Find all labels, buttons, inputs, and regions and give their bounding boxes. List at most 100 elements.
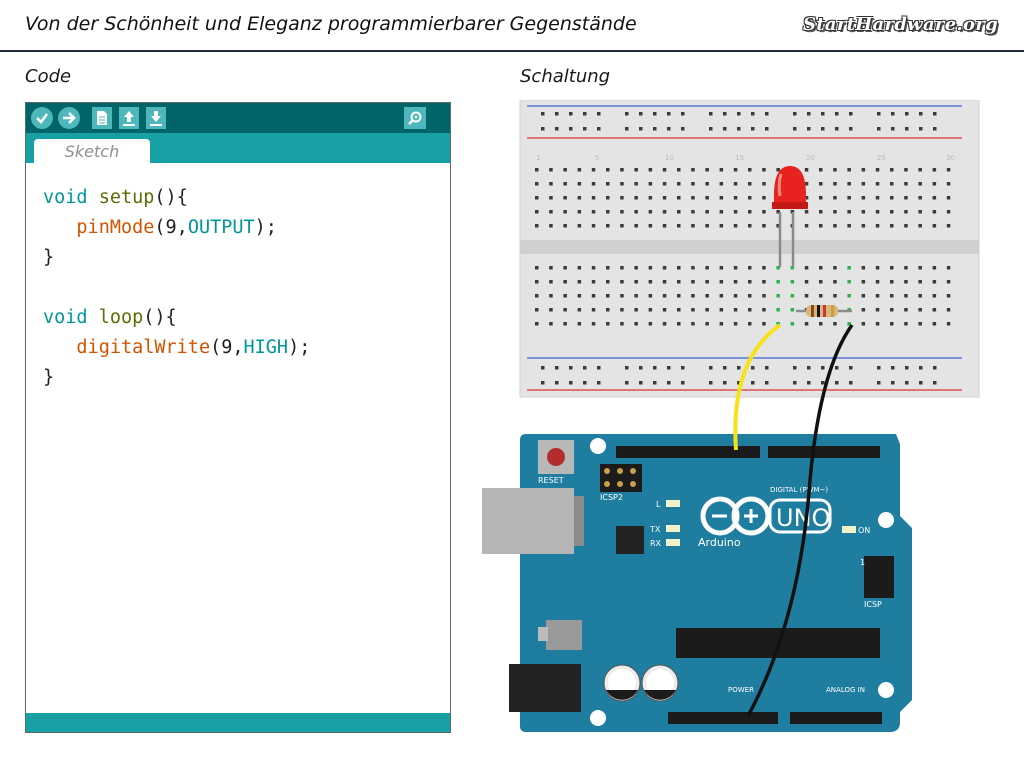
breadboard-hole[interactable] xyxy=(653,381,657,385)
breadboard-hole[interactable] xyxy=(833,280,837,284)
breadboard-hole[interactable] xyxy=(835,381,839,385)
breadboard-hole[interactable] xyxy=(932,196,937,200)
breadboard-hole[interactable] xyxy=(662,322,667,326)
breadboard-hole[interactable] xyxy=(946,308,951,312)
breadboard-hole[interactable] xyxy=(677,322,681,326)
breadboard-hole[interactable] xyxy=(905,127,909,131)
breadboard-hole[interactable] xyxy=(835,112,839,116)
breadboard-hole[interactable] xyxy=(790,322,795,326)
breadboard-hole[interactable] xyxy=(549,294,553,298)
breadboard-hole[interactable] xyxy=(563,308,567,312)
breadboard-hole[interactable] xyxy=(890,210,894,214)
breadboard-hole[interactable] xyxy=(535,280,539,284)
breadboard-hole[interactable] xyxy=(751,127,755,131)
breadboard-hole[interactable] xyxy=(597,381,601,385)
breadboard-hole[interactable] xyxy=(667,381,671,385)
power-header[interactable] xyxy=(668,712,778,724)
breadboard-hole[interactable] xyxy=(709,112,713,116)
breadboard-hole[interactable] xyxy=(932,168,937,172)
breadboard-hole[interactable] xyxy=(555,127,559,131)
breadboard-hole[interactable] xyxy=(762,322,766,326)
breadboard-hole[interactable] xyxy=(677,280,681,284)
breadboard-hole[interactable] xyxy=(648,182,653,186)
breadboard-hole[interactable] xyxy=(549,210,553,214)
breadboard-hole[interactable] xyxy=(833,294,837,298)
breadboard-hole[interactable] xyxy=(748,322,752,326)
breadboard-hole[interactable] xyxy=(634,322,638,326)
breadboard-hole[interactable] xyxy=(583,127,587,131)
breadboard-hole[interactable] xyxy=(762,280,766,284)
breadboard-hole[interactable] xyxy=(535,196,539,200)
breadboard-hole[interactable] xyxy=(833,224,837,228)
breadboard-hole[interactable] xyxy=(705,182,709,186)
breadboard-hole[interactable] xyxy=(946,266,951,270)
breadboard-hole[interactable] xyxy=(705,322,709,326)
breadboard-hole[interactable] xyxy=(709,127,713,131)
breadboard-hole[interactable] xyxy=(847,196,851,200)
breadboard-hole[interactable] xyxy=(875,322,880,326)
breadboard-hole[interactable] xyxy=(891,112,895,116)
breadboard-hole[interactable] xyxy=(606,280,610,284)
breadboard-hole[interactable] xyxy=(918,322,922,326)
breadboard-hole[interactable] xyxy=(667,366,671,370)
breadboard-hole[interactable] xyxy=(918,182,922,186)
breadboard-hole[interactable] xyxy=(918,294,922,298)
breadboard-hole[interactable] xyxy=(849,127,853,131)
breadboard-hole[interactable] xyxy=(681,112,685,116)
breadboard-hole[interactable] xyxy=(946,168,951,172)
breadboard-hole[interactable] xyxy=(667,112,671,116)
breadboard-hole[interactable] xyxy=(625,127,629,131)
breadboard-hole[interactable] xyxy=(723,112,727,116)
breadboard-hole[interactable] xyxy=(776,308,780,312)
breadboard-hole[interactable] xyxy=(577,224,582,228)
breadboard-hole[interactable] xyxy=(719,280,724,284)
breadboard-hole[interactable] xyxy=(648,308,653,312)
digital-header-right[interactable] xyxy=(768,446,880,458)
breadboard-hole[interactable] xyxy=(733,224,738,228)
breadboard-hole[interactable] xyxy=(705,308,709,312)
breadboard-hole[interactable] xyxy=(733,266,738,270)
breadboard-hole[interactable] xyxy=(634,224,638,228)
breadboard-hole[interactable] xyxy=(890,196,894,200)
breadboard-hole[interactable] xyxy=(606,182,610,186)
breadboard-hole[interactable] xyxy=(748,294,752,298)
breadboard-hole[interactable] xyxy=(946,196,951,200)
breadboard-hole[interactable] xyxy=(535,308,539,312)
breadboard-hole[interactable] xyxy=(904,224,908,228)
breadboard-hole[interactable] xyxy=(819,266,823,270)
breadboard-hole[interactable] xyxy=(904,280,908,284)
breadboard-hole[interactable] xyxy=(662,210,667,214)
breadboard-hole[interactable] xyxy=(890,294,894,298)
breadboard-hole[interactable] xyxy=(748,210,752,214)
breadboard-hole[interactable] xyxy=(662,308,667,312)
breadboard-hole[interactable] xyxy=(597,112,601,116)
breadboard-hole[interactable] xyxy=(591,308,596,312)
breadboard-hole[interactable] xyxy=(563,224,567,228)
breadboard-hole[interactable] xyxy=(677,168,681,172)
breadboard-hole[interactable] xyxy=(662,266,667,270)
breadboard-hole[interactable] xyxy=(535,294,539,298)
arduino-uno-board[interactable]: RESET ICSP2 L TX RX ON UNO Arduino DIGIT… xyxy=(482,434,912,732)
breadboard-hole[interactable] xyxy=(737,112,741,116)
breadboard-hole[interactable] xyxy=(819,168,823,172)
breadboard-hole[interactable] xyxy=(639,381,643,385)
breadboard-hole[interactable] xyxy=(762,308,766,312)
breadboard-hole[interactable] xyxy=(591,294,596,298)
breadboard-hole[interactable] xyxy=(905,112,909,116)
breadboard-hole[interactable] xyxy=(919,127,923,131)
breadboard-hole[interactable] xyxy=(653,112,657,116)
breadboard-hole[interactable] xyxy=(563,182,567,186)
breadboard-hole[interactable] xyxy=(677,196,681,200)
tab-sketch[interactable]: Sketch xyxy=(34,139,150,163)
breadboard-hole[interactable] xyxy=(648,210,653,214)
breadboard-hole[interactable] xyxy=(577,196,582,200)
breadboard-hole[interactable] xyxy=(620,196,624,200)
breadboard-hole[interactable] xyxy=(648,168,653,172)
breadboard-hole[interactable] xyxy=(819,210,823,214)
breadboard-hole[interactable] xyxy=(751,112,755,116)
breadboard-hole[interactable] xyxy=(677,266,681,270)
breadboard-hole[interactable] xyxy=(569,381,573,385)
breadboard-hole[interactable] xyxy=(904,294,908,298)
breadboard-hole[interactable] xyxy=(648,280,653,284)
breadboard-hole[interactable] xyxy=(625,112,629,116)
